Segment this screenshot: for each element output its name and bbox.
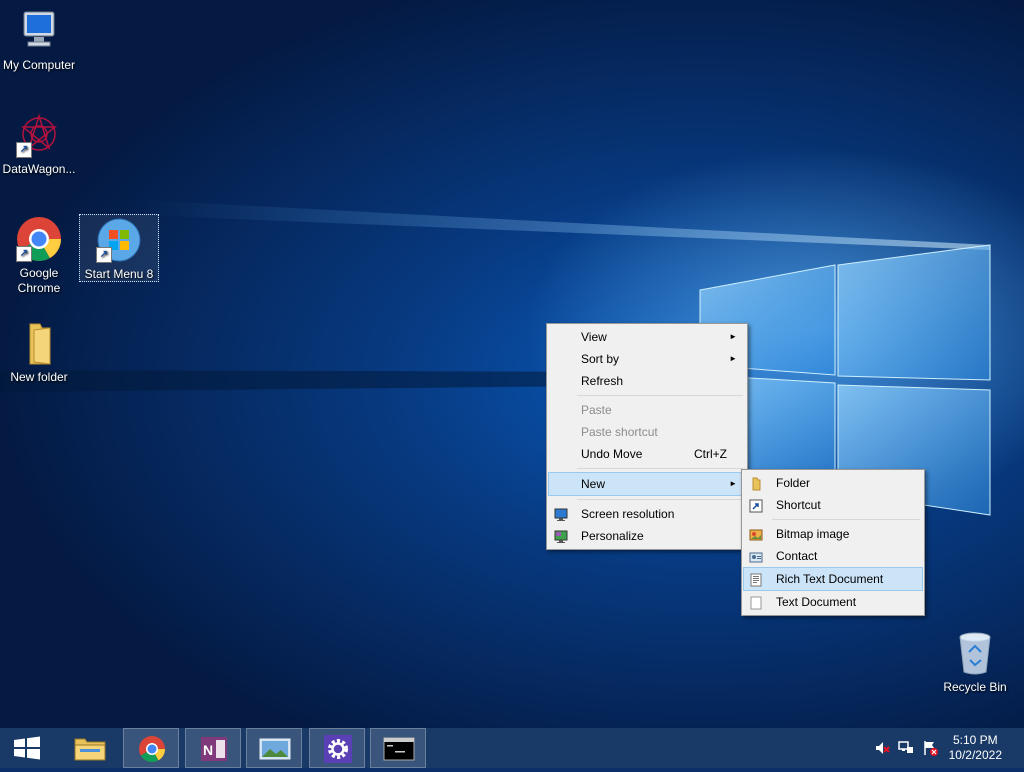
clock-time: 5:10 PM: [952, 733, 998, 747]
menu-item-label: Paste shortcut: [581, 425, 658, 439]
menu-item-label: Personalize: [581, 529, 644, 543]
computer-icon: [16, 8, 62, 54]
submenu-item-contact[interactable]: Contact: [744, 545, 922, 567]
menu-item-label: Paste: [581, 403, 612, 417]
rich-text-document-icon: [749, 572, 763, 587]
menu-item-paste[interactable]: Paste: [549, 399, 745, 421]
contact-icon: [749, 549, 763, 563]
menu-item-label: Sort by: [581, 352, 620, 366]
taskbar-command-prompt-button[interactable]: [370, 728, 426, 768]
desktop-icon-recycle-bin[interactable]: Recycle Bin: [936, 630, 1014, 695]
menu-item-new[interactable]: New ►: [548, 472, 746, 496]
submenu-arrow-icon: ►: [729, 354, 737, 363]
desktop-icon-label: My Computer: [2, 58, 76, 72]
chrome-icon: [139, 736, 166, 763]
taskbar-photos-button[interactable]: [246, 728, 302, 768]
menu-item-paste-shortcut[interactable]: Paste shortcut: [549, 421, 745, 443]
taskbar-clock[interactable]: 5:10 PM 10/2/2022: [949, 733, 1002, 763]
bitmap-image-icon: [749, 527, 763, 541]
personalize-icon: [554, 529, 568, 543]
chrome-icon: ↗: [16, 216, 62, 262]
submenu-item-shortcut[interactable]: Shortcut: [744, 494, 922, 516]
datawagon-icon: ↗: [16, 112, 62, 158]
desktop-icon-label: Google Chrome: [17, 266, 61, 295]
gear-icon: [324, 735, 352, 763]
menu-item-label: New: [581, 477, 606, 491]
desktop-icon-new-folder[interactable]: New folder: [0, 320, 78, 385]
desktop-icon-datawagon[interactable]: ↗ DataWagon...: [0, 112, 78, 177]
desktop-context-menu: View ► Sort by ► Refresh Paste Paste sho…: [546, 323, 748, 550]
desktop-icon-label: Recycle Bin: [943, 680, 1007, 694]
folder-icon: [749, 476, 763, 491]
menu-item-label: Refresh: [581, 374, 624, 388]
menu-item-view[interactable]: View ►: [549, 326, 745, 348]
volume-muted-icon[interactable]: [874, 740, 890, 756]
command-prompt-icon: [383, 737, 415, 761]
text-document-icon: [749, 595, 763, 610]
clock-date: 10/2/2022: [948, 748, 1002, 762]
desktop-icon-google-chrome[interactable]: ↗ Google Chrome: [0, 216, 78, 296]
shortcut-arrow-icon: ↗: [96, 247, 112, 263]
recycle-bin-icon: [952, 630, 998, 676]
onenote-icon: N: [201, 737, 227, 761]
submenu-arrow-icon: ►: [729, 479, 737, 488]
submenu-item-folder[interactable]: Folder: [744, 472, 922, 494]
menu-item-screen-resolution[interactable]: Screen resolution: [549, 503, 745, 525]
submenu-arrow-icon: ►: [729, 332, 737, 341]
shortcut-arrow-icon: ↗: [16, 142, 32, 158]
menu-item-personalize[interactable]: Personalize: [549, 525, 745, 547]
taskbar-onenote-button[interactable]: N: [185, 728, 241, 768]
menu-separator: [772, 519, 920, 520]
new-submenu: Folder Shortcut Bitmap image Contact Ric…: [741, 469, 925, 616]
menu-item-label: Shortcut: [776, 498, 821, 512]
desktop-icon-my-computer[interactable]: My Computer: [0, 8, 78, 73]
taskbar-chrome-button[interactable]: [123, 728, 179, 768]
menu-item-label: Contact: [776, 549, 818, 563]
desktop-icon-label: Start Menu 8: [84, 267, 154, 281]
menu-item-label: Text Document: [776, 595, 857, 609]
taskbar-file-explorer-button[interactable]: [62, 728, 118, 768]
menu-separator: [577, 499, 743, 500]
submenu-item-rich-text-document[interactable]: Rich Text Document: [743, 567, 923, 591]
taskbar: N 5:10 PM 10/2/2022: [0, 728, 1024, 768]
menu-item-shortcut: Ctrl+Z: [694, 447, 727, 461]
desktop-icon-start-menu-8[interactable]: ↗ Start Menu 8: [79, 214, 159, 282]
start-button[interactable]: [0, 728, 54, 768]
action-center-flag-icon[interactable]: [922, 740, 938, 756]
desktop-icon-label: New folder: [10, 370, 68, 384]
photos-icon: [259, 738, 291, 760]
display-icon: [554, 507, 568, 521]
shortcut-icon: [749, 498, 763, 513]
menu-item-label: Screen resolution: [581, 507, 675, 521]
menu-item-label: Rich Text Document: [776, 572, 884, 586]
submenu-item-bitmap-image[interactable]: Bitmap image: [744, 523, 922, 545]
menu-item-label: View: [581, 330, 607, 344]
shortcut-arrow-icon: ↗: [16, 246, 32, 262]
folder-icon: [16, 320, 62, 366]
windows-logo-light: [0, 200, 991, 516]
desktop-icon-label: DataWagon...: [2, 162, 76, 176]
menu-separator: [577, 468, 743, 469]
menu-item-sort-by[interactable]: Sort by ►: [549, 348, 745, 370]
menu-separator: [577, 395, 743, 396]
windows-orb-icon: ↗: [96, 217, 142, 263]
menu-item-undo-move[interactable]: Undo Move Ctrl+Z: [549, 443, 745, 465]
menu-item-label: Bitmap image: [776, 527, 850, 541]
svg-text:N: N: [203, 742, 213, 758]
windows-logo-icon: [14, 736, 40, 760]
submenu-item-text-document[interactable]: Text Document: [744, 591, 922, 613]
network-icon[interactable]: [898, 740, 914, 756]
menu-item-refresh[interactable]: Refresh: [549, 370, 745, 392]
menu-item-label: Undo Move: [581, 447, 643, 461]
taskbar-settings-button[interactable]: [309, 728, 365, 768]
file-explorer-icon: [74, 738, 106, 761]
menu-item-label: Folder: [776, 476, 811, 490]
desktop-wallpaper[interactable]: My Computer ↗ DataWagon... ↗ Google Chro…: [0, 0, 1024, 728]
